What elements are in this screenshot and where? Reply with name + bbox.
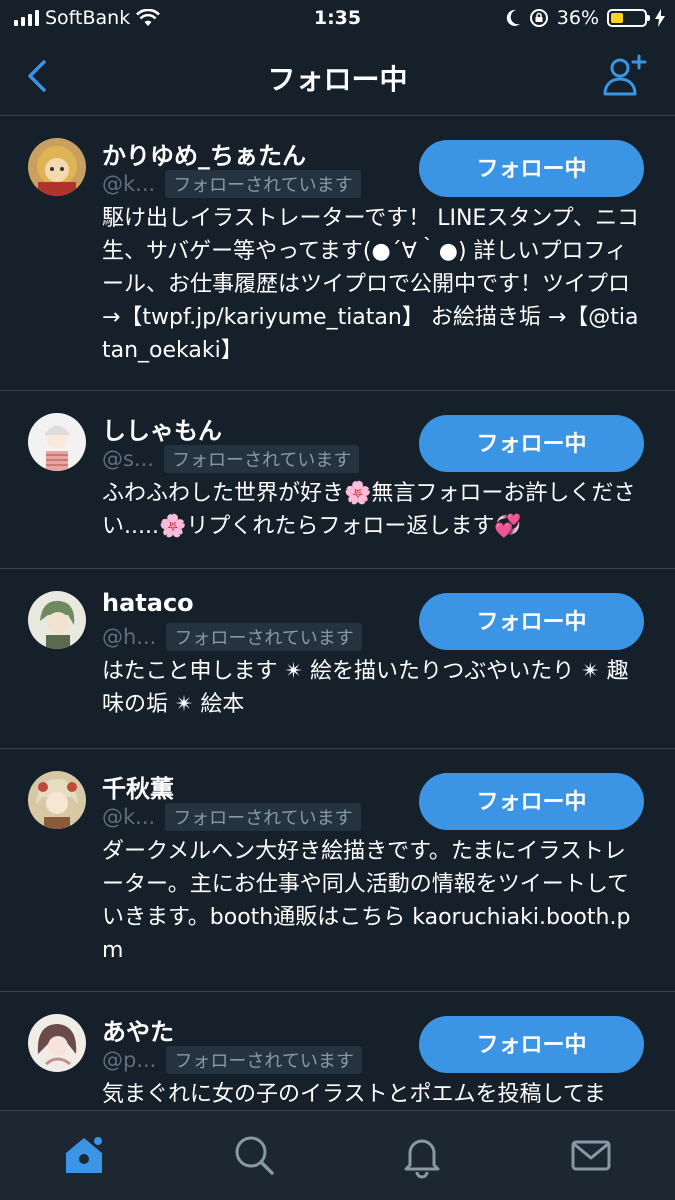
avatar[interactable] bbox=[28, 413, 86, 471]
user-name: ししゃもん bbox=[102, 417, 222, 445]
home-icon[interactable] bbox=[60, 1131, 108, 1179]
follows-you-badge: フォローされています bbox=[163, 445, 360, 473]
user-bio: 駆け出しイラストレーターです！ LINEスタンプ、ニコ生、サバゲー等やってます(… bbox=[102, 206, 640, 363]
user-name: hataco bbox=[102, 589, 194, 617]
handle-row: @h... フォローされています bbox=[102, 623, 362, 651]
user-handle: @k... bbox=[102, 172, 156, 196]
follows-you-badge: フォローされています bbox=[166, 623, 362, 651]
user-name: 千秋薫 bbox=[102, 775, 174, 803]
user-handle: @k... bbox=[102, 805, 156, 829]
user-bio: ふわふわした世界が好き🌸無言フォローお許しください.....🌸リプくれたらフォロ… bbox=[102, 481, 636, 539]
list-item[interactable]: hataco @h... フォローされています フォロー中 はたこと申します ✴… bbox=[0, 569, 675, 749]
following-button[interactable]: フォロー中 bbox=[419, 140, 644, 197]
follows-you-badge: フォローされています bbox=[166, 1046, 362, 1074]
user-bio: 気まぐれに女の子のイラストとポエムを投稿してま bbox=[102, 1082, 606, 1107]
page-title: フォロー中 bbox=[267, 63, 408, 96]
avatar[interactable] bbox=[28, 591, 86, 649]
follows-you-badge: フォローされています bbox=[165, 170, 361, 198]
status-right: 36% bbox=[505, 7, 665, 29]
list-item[interactable]: 千秋薫 @k... フォローされています フォロー中 ダークメルヘン大好き絵描き… bbox=[0, 749, 675, 992]
notifications-icon[interactable] bbox=[398, 1131, 446, 1179]
handle-row: @k... フォローされています bbox=[102, 803, 361, 831]
following-button[interactable]: フォロー中 bbox=[419, 415, 644, 472]
messages-icon[interactable] bbox=[567, 1131, 615, 1179]
user-name: あやた bbox=[102, 1018, 174, 1046]
following-button[interactable]: フォロー中 bbox=[419, 593, 644, 650]
user-handle: @h... bbox=[102, 625, 157, 649]
handle-row: @p... フォローされています bbox=[102, 1046, 362, 1074]
user-handle: @p... bbox=[102, 1048, 157, 1072]
list-item[interactable]: ししゃもん @s... フォローされています フォロー中 ふわふわした世界が好き… bbox=[0, 391, 675, 569]
user-name: かりゆめ_ちぁたん bbox=[102, 142, 306, 170]
list-item[interactable]: あやた @p... フォローされています フォロー中 気まぐれに女の子のイラスト… bbox=[0, 992, 675, 1110]
avatar[interactable] bbox=[28, 1014, 86, 1072]
search-icon[interactable] bbox=[230, 1131, 278, 1179]
moon-icon bbox=[506, 9, 520, 26]
charging-icon bbox=[655, 9, 665, 27]
battery-percent: 36% bbox=[556, 7, 599, 29]
handle-row: @k... フォローされています bbox=[102, 170, 361, 198]
user-bio: ダークメルヘン大好き絵描きです。たまにイラストレーター。主にお仕事や同人活動の情… bbox=[102, 839, 631, 963]
tab-bar bbox=[0, 1110, 675, 1200]
following-list: かりゆめ_ちぁたん @k... フォローされています フォロー中 駆け出しイラス… bbox=[0, 116, 675, 1110]
handle-row: @s... フォローされています bbox=[102, 445, 360, 473]
add-user-icon[interactable] bbox=[601, 52, 649, 100]
user-bio: はたこと申します ✴ 絵を描いたりつぶやいたり ✴ 趣味の垢 ✴ 絵本 bbox=[102, 659, 629, 717]
battery-icon bbox=[607, 9, 650, 27]
avatar[interactable] bbox=[28, 771, 86, 829]
following-button[interactable]: フォロー中 bbox=[419, 1016, 644, 1073]
rotation-lock-icon bbox=[529, 9, 548, 27]
nav-header: フォロー中 bbox=[0, 38, 675, 116]
follows-you-badge: フォローされています bbox=[165, 803, 361, 831]
following-button[interactable]: フォロー中 bbox=[419, 773, 644, 830]
user-handle: @s... bbox=[102, 447, 154, 471]
list-item[interactable]: かりゆめ_ちぁたん @k... フォローされています フォロー中 駆け出しイラス… bbox=[0, 116, 675, 391]
status-bar: SoftBank 1:35 36% bbox=[0, 0, 675, 38]
avatar[interactable] bbox=[28, 138, 86, 196]
